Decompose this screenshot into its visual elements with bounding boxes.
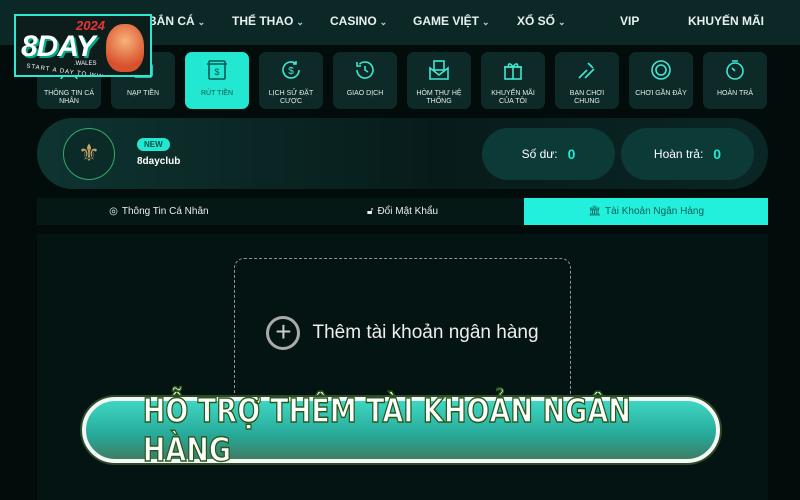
nav-the-thao[interactable]: THỂ THAO ⌄ — [232, 14, 304, 28]
plus-circle-icon: + — [266, 316, 301, 350]
user-circle-icon: ◎ — [109, 206, 118, 217]
new-badge: NEW — [137, 138, 170, 151]
chevron-down-icon: ⌄ — [296, 17, 304, 27]
username: 8dayclub — [137, 156, 181, 167]
atm-icon: $ — [207, 60, 227, 80]
rebate: Hoàn trả: 0 — [621, 128, 754, 180]
chip-icon — [651, 60, 671, 80]
dollar-refresh-icon: $ — [282, 61, 300, 79]
nav-khuyen-mai[interactable]: KHUYẾN MÃI — [688, 14, 764, 28]
nav-ban-ca[interactable]: BẮN CÁ ⌄ — [148, 14, 205, 28]
menu-tile[interactable]: $ RÚT TIỀN — [185, 52, 249, 109]
handshake-icon — [578, 62, 595, 79]
lock-icon: 🔓︎ — [366, 206, 374, 217]
avatar: ⚜ — [63, 128, 115, 180]
bank-icon: 🏛︎ — [588, 206, 602, 217]
menu-tile[interactable]: KHUYẾN MÃI CỦA TÔI — [481, 52, 545, 109]
add-bank-account-button[interactable]: + Thêm tài khoản ngân hàng — [234, 258, 571, 408]
menu-tile[interactable]: $ LỊCH SỬ ĐẶT CƯỢC — [259, 52, 323, 109]
chevron-down-icon: ⌄ — [558, 17, 566, 27]
account-tabs: ◎ Thông Tin Cá Nhân 🔓︎ Đổi Mật Khẩu 🏛︎ Tài … — [37, 198, 769, 225]
tab-change-password[interactable]: 🔓︎ Đổi Mật Khẩu — [281, 198, 525, 225]
menu-tile[interactable]: BẠN CHƠI CHUNG — [555, 52, 619, 109]
tab-bank-account[interactable]: 🏛︎ Tài Khoản Ngân Hàng — [524, 198, 769, 225]
menu-tile[interactable]: CHƠI GẦN ĐÂY — [629, 52, 693, 109]
menu-tile[interactable]: HOÀN TRẢ — [703, 52, 767, 109]
chevron-down-icon: ⌄ — [379, 17, 388, 27]
chevron-down-icon: ⌄ — [482, 17, 490, 27]
svg-text:$: $ — [288, 66, 294, 77]
logo[interactable]: 2024 8DAY .WALES START A DAY TO WIN — [14, 14, 152, 77]
dragon-mascot-icon — [106, 24, 144, 72]
promo-banner: HỖ TRỢ THÊM TÀI KHOẢN NGÂN HÀNG — [82, 390, 720, 470]
balance: Số dư: 0 — [482, 128, 615, 180]
nav-xo-so[interactable]: XỔ SỐ ⌄ — [517, 14, 566, 28]
menu-tile[interactable]: GIAO DỊCH — [333, 52, 397, 109]
profile-card: ⚜ NEW 8dayclub Số dư: 0 Hoàn trả: 0 — [37, 118, 768, 189]
stopwatch-icon — [726, 60, 744, 80]
chevron-down-icon: ⌄ — [197, 17, 206, 27]
menu-tile[interactable]: HÒM THƯ HỆ THỐNG — [407, 52, 471, 109]
gift-icon — [504, 63, 522, 80]
history-icon — [356, 61, 374, 79]
nav-casino[interactable]: CASINO ⌄ — [330, 14, 387, 28]
mail-icon — [429, 60, 449, 80]
lotus-icon: ⚜ — [78, 140, 100, 167]
svg-text:$: $ — [214, 67, 219, 77]
nav-vip[interactable]: VIP — [620, 14, 639, 28]
nav-game-viet[interactable]: GAME VIỆT ⌄ — [413, 14, 490, 28]
tab-personal-info[interactable]: ◎ Thông Tin Cá Nhân — [37, 198, 281, 225]
